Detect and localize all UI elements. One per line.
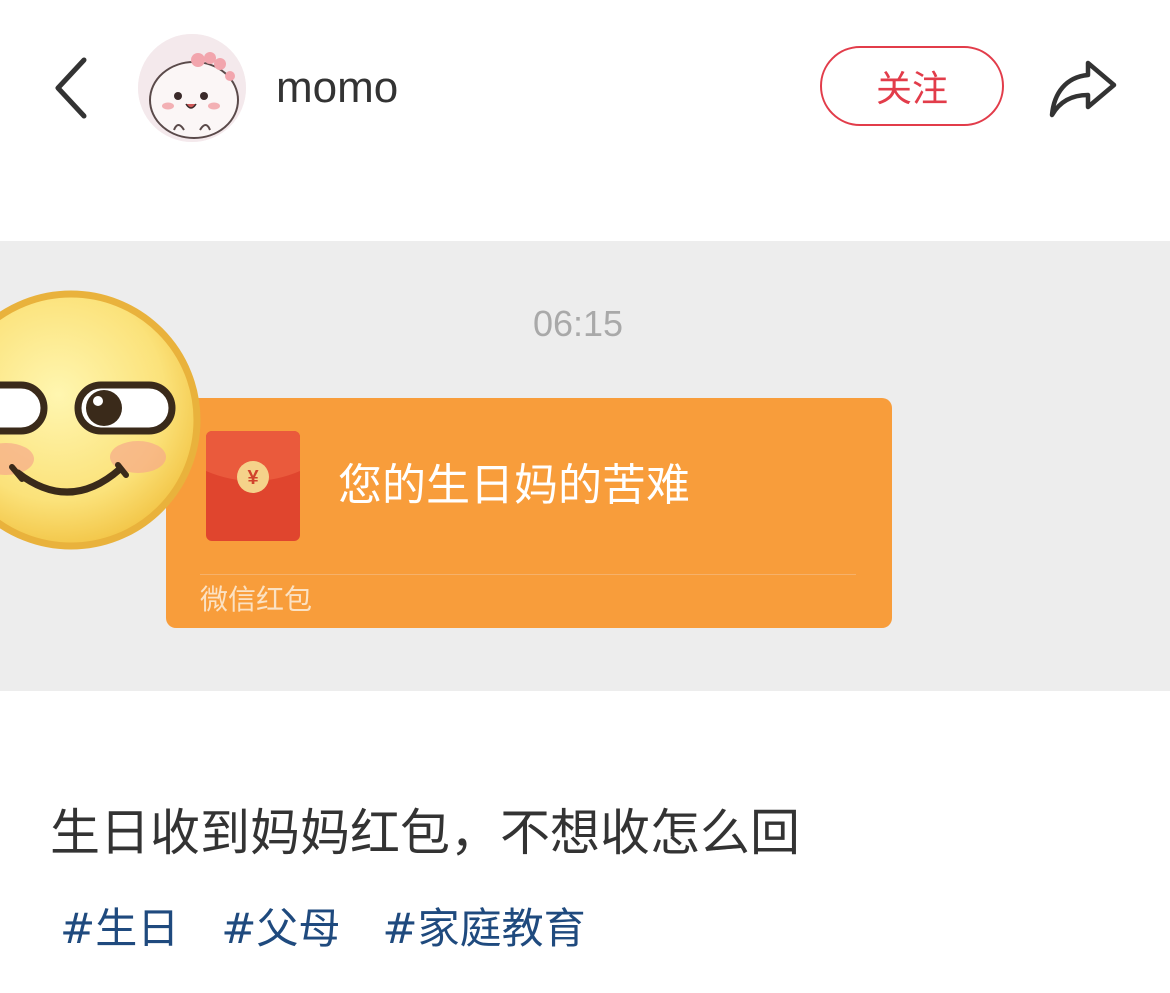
envelope-seal-graphic: ¥ xyxy=(206,431,300,493)
tag-birthday[interactable]: #生日 xyxy=(60,900,179,958)
username[interactable]: momo xyxy=(276,62,398,114)
currency-symbol: ¥ xyxy=(247,467,259,489)
red-packet-message[interactable]: ¥ 您的生日妈的苦难 微信红包 xyxy=(166,398,892,628)
red-packet-title: 您的生日妈的苦难 xyxy=(338,460,690,511)
red-packet-envelope-icon: ¥ xyxy=(206,431,300,541)
back-button[interactable] xyxy=(40,50,104,126)
post-title: 生日收到妈妈红包，不想收怎么回 xyxy=(50,804,800,862)
post-image[interactable]: 06:15 ¥ 您的生日妈的苦难 微信红包 xyxy=(0,241,1170,691)
share-arrow-icon xyxy=(1049,60,1117,118)
red-packet-divider xyxy=(200,574,856,575)
tag-family-education[interactable]: #家庭教育 xyxy=(382,900,585,958)
avatar-cartoon-icon xyxy=(138,34,246,142)
chevron-left-icon xyxy=(55,57,87,119)
post-page: momo 关注 06:15 ¥ 您的生日妈的苦难 微信红包 生日收到妈妈红包，不… xyxy=(0,0,1170,993)
post-tags: #生日 #父母 #家庭教育 xyxy=(60,900,586,958)
follow-button[interactable]: 关注 xyxy=(820,46,1004,126)
red-packet-footer: 微信红包 xyxy=(200,583,313,616)
post-header: momo 关注 xyxy=(0,0,1170,175)
smirk-emoji-sticker-icon xyxy=(0,290,201,550)
share-button[interactable] xyxy=(1044,50,1122,126)
tag-parents[interactable]: #父母 xyxy=(221,900,340,958)
avatar[interactable] xyxy=(138,34,246,142)
